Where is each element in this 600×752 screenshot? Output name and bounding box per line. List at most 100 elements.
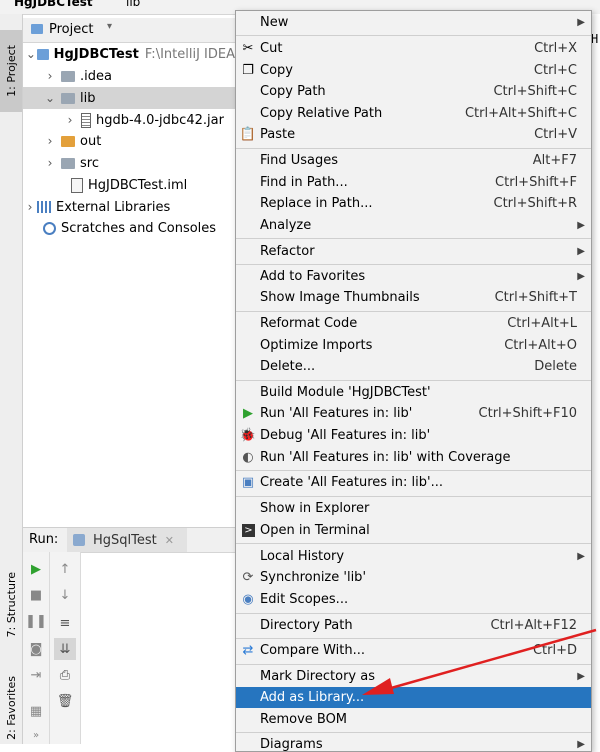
breadcrumb-folder[interactable]: lib [126,0,140,9]
scope-icon: ◉ [242,592,254,607]
menu-item-reformat-code[interactable]: Reformat Code Ctrl+Alt+L [236,313,591,334]
chevron-right-icon: ▶ [577,246,585,257]
menu-item-refactor[interactable]: Refactor ▶ [236,241,591,262]
menu-item-copy[interactable]: ❐ Copy Ctrl+C [236,60,591,81]
pause-icon[interactable]: ❚❚ [25,610,47,632]
menu-item-synchronize[interactable]: ⟳ Synchronize 'lib' [236,567,591,588]
tree-item-jar[interactable]: › hgdb-4.0-jdbc42.jar [23,109,235,131]
menu-item-build-module[interactable]: Build Module 'HgJDBCTest' [236,382,591,403]
menu-item-copy-path[interactable]: Copy Path Ctrl+Shift+C [236,81,591,102]
camera-icon[interactable]: ◙ [25,638,47,660]
menu-item-find-usages[interactable]: Find Usages Alt+F7 [236,150,591,171]
menu-item-new[interactable]: New ▶ [236,12,591,33]
copy-icon: ❐ [242,63,254,78]
chevron-right-icon[interactable]: › [63,113,77,127]
scratches-icon [43,221,56,235]
menu-item-show-image-thumbnails[interactable]: Show Image Thumbnails Ctrl+Shift+T [236,287,591,308]
run-icon: ▶ [243,406,253,421]
annotation-arrow [362,628,597,695]
create-config-icon: ▣ [241,475,255,490]
layout-icon[interactable]: ▦ [25,700,47,722]
folder-icon [36,48,49,60]
chevron-right-icon[interactable]: › [43,69,57,83]
menu-item-delete[interactable]: Delete... Delete [236,356,591,377]
project-panel-header: Project ▾ [23,18,235,43]
menu-item-open-in-terminal[interactable]: > Open in Terminal [236,520,591,541]
tab-favorites[interactable]: 2: Favorites [0,668,22,748]
chevron-right-icon[interactable]: › [43,134,57,148]
tree-item-lib[interactable]: ⌄ lib [23,87,235,109]
more-icon[interactable]: » [25,724,47,746]
run-toolbar-primary: ▶ ■ ❚❚ ◙ ⇥ ▦ » [23,552,50,744]
sync-icon: ⟳ [242,570,254,585]
folder-icon [31,24,43,34]
menu-item-analyze[interactable]: Analyze ▶ [236,215,591,236]
scissors-icon: ✂ [242,41,254,56]
tree-item-iml[interactable]: HgJDBCTest.iml [23,174,235,196]
menu-item-local-history[interactable]: Local History ▶ [236,546,591,567]
left-tool-strip: 1: Project 7: Structure 2: Favorites [0,14,23,744]
project-panel-title[interactable]: Project [49,22,93,37]
tab-project[interactable]: 1: Project [0,30,22,112]
tree-item-scratches[interactable]: Scratches and Consoles [23,217,235,239]
chevron-right-icon[interactable]: › [23,200,37,214]
jar-icon [81,112,91,128]
rerun-icon[interactable]: ▶ [25,558,47,580]
menu-item-run-with-coverage[interactable]: ◐ Run 'All Features in: lib' with Coverag… [236,447,591,468]
close-icon[interactable]: ✕ [165,534,174,547]
arrow-down-icon[interactable]: ↓ [54,584,76,606]
chevron-right-icon: ▶ [577,271,585,282]
run-panel-header: Run: HgSqlTest ✕ [23,527,235,553]
chevron-down-icon[interactable]: ▾ [107,21,112,32]
run-config-icon [73,534,85,546]
compare-icon: ⇄ [242,643,254,658]
chevron-right-icon: ▶ [577,551,585,562]
scroll-to-end-icon[interactable]: ⇊ [54,638,76,660]
menu-item-find-in-path[interactable]: Find in Path... Ctrl+Shift+F [236,172,591,193]
tree-item-out[interactable]: › out [23,130,235,152]
run-tab[interactable]: HgSqlTest ✕ [67,528,187,552]
stop-icon[interactable]: ■ [25,584,47,606]
menu-item-run[interactable]: ▶ Run 'All Features in: lib' Ctrl+Shift+F1… [236,403,591,424]
folder-icon [61,92,75,104]
menu-item-show-in-explorer[interactable]: Show in Explorer [236,498,591,519]
tree-item-idea[interactable]: › .idea [23,65,235,87]
tab-structure[interactable]: 7: Structure [0,562,22,648]
file-icon [71,177,83,193]
login-icon[interactable]: ⇥ [25,664,47,686]
folder-icon [61,70,75,82]
chevron-down-icon[interactable]: ⌄ [25,47,37,61]
menu-item-optimize-imports[interactable]: Optimize Imports Ctrl+Alt+O [236,335,591,356]
chevron-right-icon: ▶ [577,220,585,231]
tree-item-src[interactable]: › src [23,152,235,174]
clipboard-icon: 📋 [239,127,257,142]
soft-wrap-icon[interactable]: ≡ [54,612,76,634]
chevron-right-icon: ▶ [577,17,585,28]
annotation-arrow-line [383,628,597,692]
chevron-right-icon[interactable]: › [43,156,57,170]
menu-item-copy-relative-path[interactable]: Copy Relative Path Ctrl+Alt+Shift+C [236,103,591,124]
print-icon[interactable]: ⎙ [54,664,76,686]
menu-item-replace-in-path[interactable]: Replace in Path... Ctrl+Shift+R [236,193,591,214]
tree-item-project-root[interactable]: ⌄ HgJDBCTest F:\IntelliJ IDEA [23,43,235,65]
library-icon [37,201,51,213]
annotation-arrow-head [362,678,394,695]
run-toolbar-secondary: ↑ ↓ ≡ ⇊ ⎙ 🗑 [50,552,81,744]
terminal-icon: > [242,524,255,537]
menu-item-debug[interactable]: 🐞 Debug 'All Features in: lib' [236,425,591,446]
trash-icon[interactable]: 🗑 [54,690,76,712]
breadcrumb-project[interactable]: HgJDBCTest [14,0,93,9]
run-panel-label: Run: [29,532,59,547]
folder-icon [61,157,75,169]
tree-item-external-libraries[interactable]: › External Libraries [23,196,235,218]
arrow-up-icon[interactable]: ↑ [54,558,76,580]
menu-item-diagrams[interactable]: Diagrams ▶ [236,734,591,751]
bug-icon: 🐞 [239,428,257,443]
menu-item-paste[interactable]: 📋 Paste Ctrl+V [236,124,591,145]
menu-item-cut[interactable]: ✂ Cut Ctrl+X [236,38,591,59]
menu-item-add-to-favorites[interactable]: Add to Favorites ▶ [236,266,591,287]
chevron-down-icon[interactable]: ⌄ [43,91,57,105]
menu-item-remove-bom[interactable]: Remove BOM [236,709,591,730]
menu-item-create-config[interactable]: ▣ Create 'All Features in: lib'... [236,472,591,493]
menu-item-edit-scopes[interactable]: ◉ Edit Scopes... [236,589,591,610]
